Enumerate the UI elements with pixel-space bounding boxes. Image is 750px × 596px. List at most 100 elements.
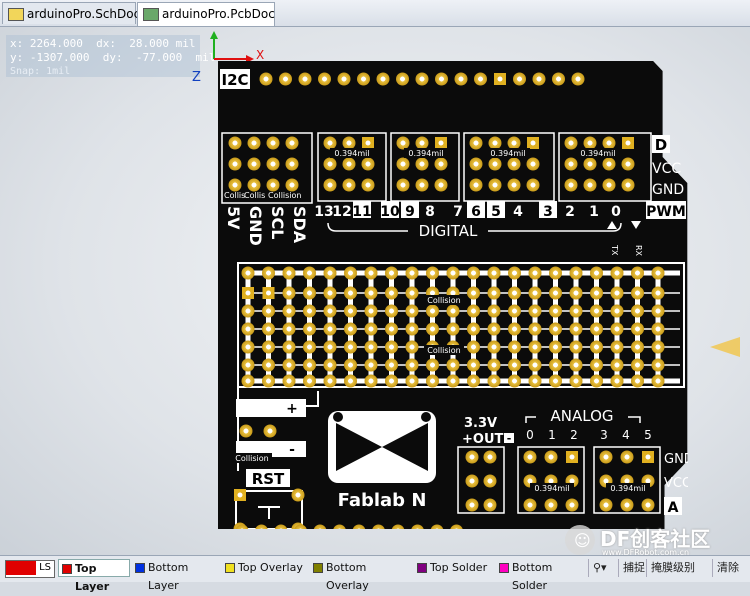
- layer-set-button[interactable]: LS: [5, 560, 55, 578]
- round-pad: [508, 374, 521, 388]
- round-pad: [487, 358, 501, 372]
- left-pin-label-5v: 5V: [224, 206, 243, 230]
- round-pad: [488, 178, 502, 192]
- round-pad: [262, 304, 275, 318]
- round-pad: [651, 374, 665, 388]
- filter-icon[interactable]: ⚲▾: [588, 559, 611, 577]
- round-pad: [602, 136, 616, 150]
- clear-button[interactable]: 清除: [712, 559, 743, 577]
- round-pad: [323, 374, 337, 388]
- mask-level-button[interactable]: 掩膜级别: [646, 559, 699, 577]
- axis-y-label: Y: [222, 40, 224, 42]
- round-pad: [549, 322, 562, 336]
- layer-tab-label: Bottom Overlay: [326, 561, 369, 592]
- round-pad: [487, 286, 501, 300]
- round-pad: [364, 340, 378, 354]
- round-pad: [364, 304, 378, 318]
- layer-color-swatch: [499, 563, 509, 573]
- tab-schdoc[interactable]: arduinoPro.SchDoc *: [2, 2, 140, 43]
- round-pad: [569, 374, 583, 388]
- analog-gnd-label: GND: [664, 452, 688, 467]
- round-pad: [544, 498, 558, 512]
- round-pad: [602, 178, 616, 192]
- layer-color-swatch: [135, 563, 145, 573]
- round-pad: [621, 178, 635, 192]
- round-pad: [446, 304, 460, 318]
- round-pad: [590, 374, 603, 388]
- v33-label: 3.3V: [464, 416, 497, 431]
- round-pad: [590, 340, 603, 354]
- round-pad: [241, 266, 255, 280]
- round-pad: [631, 286, 644, 300]
- minus-label: -: [289, 442, 295, 458]
- round-pad: [396, 136, 410, 150]
- snap-button[interactable]: 捕捉: [618, 559, 649, 577]
- round-pad: [564, 157, 578, 171]
- pcb-board[interactable]: I2C 0.394mil 0.394mil 0.394mil 0.394mil Colli…: [218, 61, 688, 529]
- round-pad: [469, 178, 483, 192]
- round-pad: [467, 340, 480, 354]
- round-pad: [405, 374, 419, 388]
- round-pad: [465, 474, 479, 488]
- round-pad: [282, 358, 296, 372]
- round-pad: [266, 157, 280, 171]
- layer-tab-label: Top Solder: [430, 561, 488, 574]
- round-pad: [385, 304, 398, 318]
- y-value: -1307.000: [29, 51, 90, 64]
- digital-pin-5: 5: [491, 204, 501, 220]
- round-pad: [323, 304, 337, 318]
- dimension-label: 0.394mil: [408, 149, 443, 158]
- i2c-label: I2C: [221, 71, 248, 89]
- layer-tab-top-overlay[interactable]: Top Overlay: [222, 559, 308, 577]
- layer-color-swatch: [62, 564, 72, 574]
- round-pad: [528, 358, 542, 372]
- snap-readout: Snap: 1mil: [10, 66, 71, 77]
- round-pad: [357, 72, 370, 86]
- layer-color-swatch: [225, 563, 235, 573]
- round-pad: [569, 322, 583, 336]
- layer-tab-top-solder[interactable]: Top Solder: [414, 559, 494, 577]
- round-pad: [241, 304, 255, 318]
- right-label-vcc: VCC: [652, 161, 681, 177]
- round-pad: [228, 136, 242, 150]
- round-pad: [469, 136, 483, 150]
- layer-tab-bottom-solder[interactable]: Bottom Solder: [496, 559, 584, 592]
- layer-tab-bottom-layer[interactable]: Bottom Layer: [132, 559, 220, 592]
- layer-tab-top-layer[interactable]: Top Layer: [58, 559, 130, 593]
- round-pad: [631, 340, 644, 354]
- round-pad: [549, 358, 562, 372]
- dx-value: 28.000 mil: [129, 37, 196, 50]
- round-pad: [513, 72, 526, 86]
- round-pad: [385, 322, 398, 336]
- round-pad: [282, 304, 296, 318]
- round-pad: [528, 340, 542, 354]
- round-pad: [285, 178, 299, 192]
- round-pad: [583, 157, 597, 171]
- round-pad: [446, 266, 460, 280]
- layer-tab-label: Top Overlay: [238, 561, 303, 574]
- round-pad: [434, 157, 448, 171]
- rst-label: RST: [252, 470, 285, 488]
- round-pad: [262, 322, 275, 336]
- round-pad: [465, 498, 479, 512]
- dy-label: dy:: [102, 51, 123, 64]
- round-pad: [337, 72, 351, 86]
- round-pad: [571, 72, 585, 86]
- pcb-canvas[interactable]: x: 2264.000 dx: 28.000 mil y: -1307.000 …: [0, 27, 750, 555]
- round-pad: [549, 266, 562, 280]
- tab-pcbdoc[interactable]: arduinoPro.PcbDoc *: [137, 2, 275, 43]
- round-pad: [651, 358, 665, 372]
- round-pad: [285, 157, 299, 171]
- round-pad: [303, 266, 316, 280]
- digital-pin-10: 10: [380, 204, 400, 220]
- digital-pin-6: 6: [471, 204, 481, 220]
- round-pad: [344, 286, 357, 300]
- pad-hole: [530, 140, 536, 146]
- round-pad: [446, 374, 460, 388]
- layer-tab-bottom-overlay[interactable]: Bottom Overlay: [310, 559, 412, 592]
- round-pad: [415, 157, 429, 171]
- round-pad: [344, 266, 357, 280]
- round-pad: [487, 322, 501, 336]
- round-pad: [364, 266, 378, 280]
- round-pad: [526, 157, 540, 171]
